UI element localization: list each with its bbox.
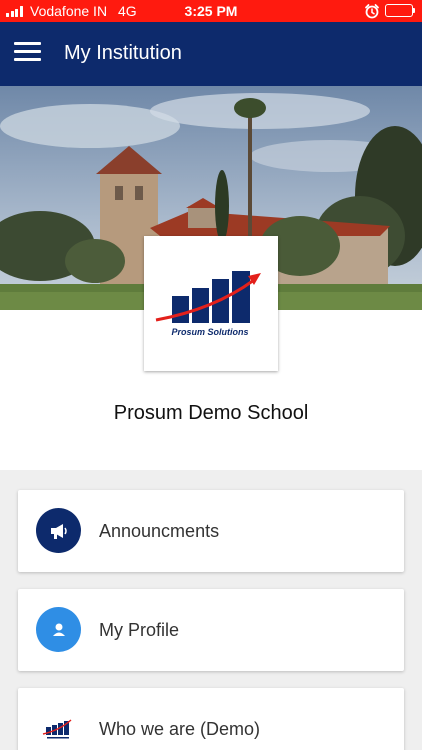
prosum-logo-icon [36,706,81,750]
megaphone-icon [36,508,81,553]
who-we-are-card[interactable]: Who we are (Demo) [18,688,404,750]
alarm-icon [364,3,380,19]
page-title: My Institution [64,42,182,64]
status-bar: Vodafone IN 4G 3:25 PM [0,0,422,22]
announcements-label: Announcments [99,521,220,541]
my-profile-card[interactable]: My Profile [18,589,404,671]
institution-logo: Prosum Solutions [144,236,278,371]
announcements-card[interactable]: Announcments [18,490,404,572]
battery-tip [413,8,415,13]
hamburger-menu-icon[interactable] [14,42,42,66]
my-profile-label: My Profile [99,620,180,640]
person-icon [36,607,81,652]
status-time: 3:25 PM [184,3,238,19]
logo-caption: Prosum Solutions [171,327,248,337]
who-we-are-label: Who we are (Demo) [99,719,261,739]
app-bar: My Institution [0,22,422,86]
battery-icon [385,4,413,17]
school-name: Prosum Demo School [113,402,309,424]
